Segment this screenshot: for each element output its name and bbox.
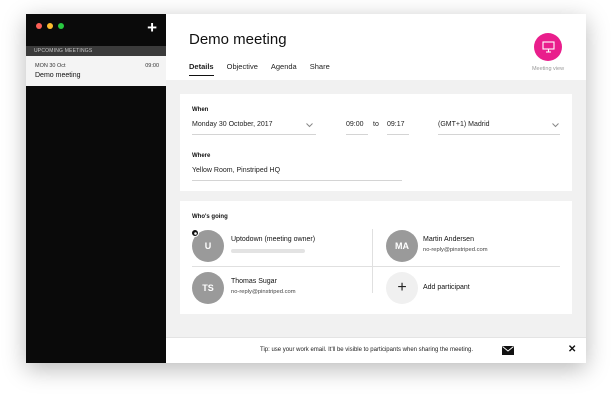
meeting-header: Demo meeting Details Objective Agenda Sh… (166, 14, 586, 80)
when-label: When (192, 107, 209, 113)
window-controls (36, 23, 64, 29)
meeting-view-label: Meeting view (531, 66, 565, 72)
participant-name: Martin Andersen (423, 236, 474, 243)
tip-bar: Tip: use your work email. It'll be visib… (166, 337, 586, 363)
timezone-value: (GMT+1) Madrid (438, 121, 490, 128)
close-tip-button[interactable]: ✕ (568, 344, 576, 355)
close-window-button[interactable] (36, 23, 42, 29)
main-panel: Demo meeting Details Objective Agenda Sh… (166, 14, 586, 363)
tab-agenda[interactable]: Agenda (271, 62, 297, 76)
participant-name: Uptodown (meeting owner) (231, 236, 316, 243)
new-meeting-button[interactable]: + (147, 18, 157, 38)
mail-icon[interactable] (502, 346, 514, 355)
meeting-list-item[interactable]: MON 30 Oct 09:00 Demo meeting (26, 56, 166, 86)
participant-name: Thomas Sugar (231, 278, 277, 285)
avatar: MA (386, 230, 418, 262)
tab-bar: Details Objective Agenda Share (189, 62, 330, 76)
hidden-email (231, 249, 305, 253)
tab-objective[interactable]: Objective (227, 62, 258, 76)
to-label: to (373, 121, 379, 128)
star-icon (193, 231, 197, 235)
minimize-window-button[interactable] (47, 23, 53, 29)
tip-text: Tip: use your work email. It'll be visib… (260, 347, 474, 353)
presentation-icon (541, 41, 555, 53)
meeting-date: MON 30 Oct (35, 63, 66, 69)
date-value: Monday 30 October, 2017 (192, 121, 273, 128)
tab-share[interactable]: Share (310, 62, 330, 76)
participants-card: Who's going U Uptodown (meeting owner) M… (180, 201, 572, 314)
avatar: TS (192, 272, 224, 304)
zoom-window-button[interactable] (58, 23, 64, 29)
tab-details[interactable]: Details (189, 62, 214, 76)
participant-email: no-reply@pinstriped.com (231, 289, 296, 295)
when-where-card: When Monday 30 October, 2017 09:00 to 09… (180, 94, 572, 191)
where-label: Where (192, 153, 211, 159)
meeting-title: Demo meeting (35, 72, 81, 79)
meeting-view-button[interactable] (534, 33, 562, 61)
owner-badge (191, 229, 199, 237)
upcoming-meetings-header: UPCOMING MEETINGS (26, 46, 166, 56)
location-value: Yellow Room, Pinstriped HQ (192, 167, 281, 174)
start-time-value: 09:00 (346, 121, 364, 128)
app-window: + UPCOMING MEETINGS MON 30 Oct 09:00 Dem… (26, 14, 586, 363)
meeting-time: 09:00 (145, 63, 159, 69)
participant-email: no-reply@pinstriped.com (423, 247, 488, 253)
add-participant-label: Add participant (423, 284, 470, 291)
chevron-down-icon (306, 123, 313, 128)
plus-icon: + (386, 272, 418, 304)
chevron-down-icon (552, 123, 559, 128)
end-time-value: 09:17 (387, 121, 405, 128)
sidebar: + UPCOMING MEETINGS MON 30 Oct 09:00 Dem… (26, 14, 166, 363)
whos-going-label: Who's going (192, 214, 228, 220)
page-title: Demo meeting (189, 31, 287, 48)
